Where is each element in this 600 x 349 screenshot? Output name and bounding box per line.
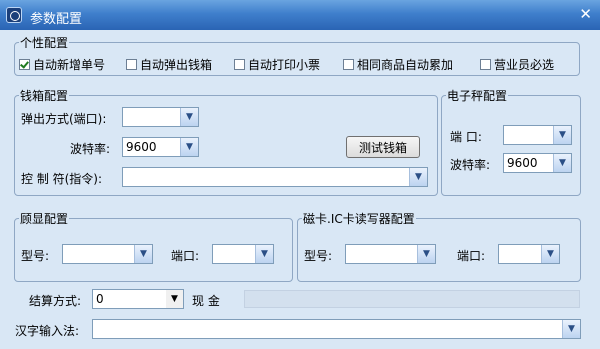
settlement-name: 现 金: [192, 294, 220, 308]
customer-display-legend: 顾显配置: [20, 212, 69, 226]
scale-legend: 电子秤配置: [447, 89, 508, 103]
cashbox-baud-select[interactable]: 9600 ▼: [122, 137, 199, 157]
scale-baud-value: 9600: [507, 156, 538, 170]
checkbox-clerk-required[interactable]: 营业员必选: [480, 56, 554, 73]
card-model-label: 型号:: [304, 249, 333, 263]
settlement-info-field: [244, 290, 580, 308]
scale-port-label: 端 口:: [450, 130, 482, 144]
chevron-down-icon: ▼: [180, 108, 198, 126]
chevron-down-icon: ▼: [134, 245, 152, 263]
checkbox-icon: [480, 59, 491, 70]
cashbox-control-label: 控 制 符(指令):: [21, 172, 103, 186]
chevron-down-icon: ▼: [417, 245, 435, 263]
checkbox-checked-icon: [19, 59, 30, 70]
settlement-value: 0: [96, 292, 104, 306]
cashbox-popup-label: 弹出方式(端口):: [21, 112, 107, 126]
app-icon: [6, 7, 22, 23]
chevron-down-icon: ▼: [180, 138, 198, 156]
checkbox-label: 自动新增单号: [33, 58, 106, 72]
settlement-select[interactable]: 0 ▼: [92, 289, 184, 309]
close-icon[interactable]: ✕: [579, 5, 592, 23]
checkbox-merge-same-items[interactable]: 相同商品自动累加: [343, 56, 453, 73]
chevron-down-icon: ▼: [541, 245, 559, 263]
display-model-label: 型号:: [21, 249, 50, 263]
chevron-down-icon: ▼: [553, 154, 571, 172]
checkbox-auto-print-receipt[interactable]: 自动打印小票: [234, 56, 320, 73]
cashbox-baud-value: 9600: [126, 140, 157, 154]
checkbox-icon: [234, 59, 245, 70]
chevron-down-icon: ▼: [166, 290, 183, 308]
checkbox-label: 营业员必选: [494, 58, 555, 72]
cashbox-legend: 钱箱配置: [20, 89, 69, 103]
ime-label: 汉字输入法:: [15, 324, 80, 338]
scale-baud-select[interactable]: 9600 ▼: [503, 153, 572, 173]
personal-settings-legend: 个性配置: [20, 36, 69, 50]
chevron-down-icon: ▼: [255, 245, 273, 263]
window-title: 参数配置: [30, 12, 83, 27]
card-reader-legend: 磁卡.IC卡读写器配置: [303, 212, 415, 226]
cashbox-baud-label: 波特率:: [70, 142, 111, 156]
checkbox-label: 自动打印小票: [248, 58, 321, 72]
title-bar[interactable]: 参数配置 ✕: [0, 0, 600, 30]
display-model-select[interactable]: ▼: [62, 244, 153, 264]
chevron-down-icon: ▼: [553, 126, 571, 144]
checkbox-label: 自动弹出钱箱: [140, 58, 213, 72]
test-cashbox-button[interactable]: 测试钱箱: [346, 136, 420, 158]
card-port-label: 端口:: [457, 249, 486, 263]
chevron-down-icon: ▼: [409, 168, 427, 186]
checkbox-auto-new-order[interactable]: 自动新增单号: [19, 56, 105, 73]
checkbox-label: 相同商品自动累加: [357, 58, 454, 72]
settlement-label: 结算方式:: [29, 294, 82, 308]
ime-select[interactable]: ▼: [92, 319, 581, 339]
cashbox-port-select[interactable]: ▼: [122, 107, 199, 127]
display-port-select[interactable]: ▼: [212, 244, 274, 264]
card-port-select[interactable]: ▼: [498, 244, 560, 264]
checkbox-icon: [126, 59, 137, 70]
cashbox-control-select[interactable]: ▼: [122, 167, 428, 187]
display-port-label: 端口:: [171, 249, 200, 263]
checkbox-icon: [343, 59, 354, 70]
checkbox-auto-open-cashbox[interactable]: 自动弹出钱箱: [126, 56, 212, 73]
scale-port-select[interactable]: ▼: [503, 125, 572, 145]
scale-baud-label: 波特率:: [450, 158, 491, 172]
card-model-select[interactable]: ▼: [345, 244, 436, 264]
chevron-down-icon: ▼: [562, 320, 580, 338]
settings-window: 参数配置 ✕ 个性配置 自动新增单号 自动弹出钱箱 自动打印小票 相同商品自动累…: [0, 0, 600, 349]
